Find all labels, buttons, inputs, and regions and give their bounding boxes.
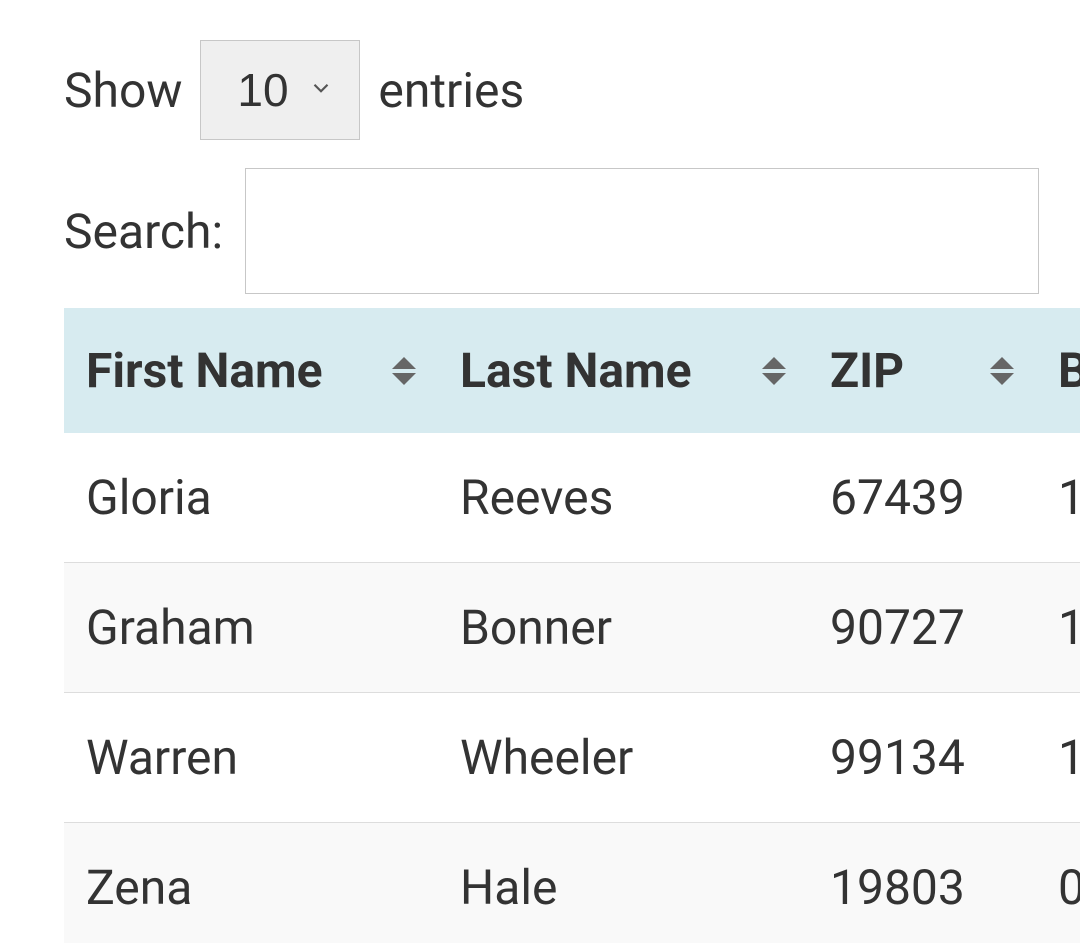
- cell-birthday: 12/0: [1036, 563, 1080, 693]
- table-row: Gloria Reeves 67439 10/1: [64, 433, 1080, 563]
- cell-zip: 99134: [808, 693, 1036, 823]
- show-label: Show: [64, 62, 182, 119]
- cell-first-name: Gloria: [64, 433, 438, 563]
- column-header-label: ZIP: [830, 342, 904, 399]
- cell-last-name: Reeves: [438, 433, 808, 563]
- cell-birthday: 11/1: [1036, 693, 1080, 823]
- cell-zip: 90727: [808, 563, 1036, 693]
- cell-zip: 67439: [808, 433, 1036, 563]
- column-header-last-name[interactable]: Last Name: [438, 308, 808, 433]
- table-row: Warren Wheeler 99134 11/1: [64, 693, 1080, 823]
- entries-select[interactable]: 10: [200, 40, 360, 140]
- cell-first-name: Graham: [64, 563, 438, 693]
- cell-birthday: 10/1: [1036, 433, 1080, 563]
- cell-zip: 19803: [808, 823, 1036, 943]
- entries-select-wrap: 10: [200, 40, 360, 140]
- table-row: Graham Bonner 90727 12/0: [64, 563, 1080, 693]
- column-header-zip[interactable]: ZIP: [808, 308, 1036, 433]
- table-row: Zena Hale 19803 06/1: [64, 823, 1080, 943]
- search-label: Search:: [64, 203, 223, 260]
- cell-last-name: Hale: [438, 823, 808, 943]
- column-header-birthday[interactable]: Birt: [1036, 308, 1080, 433]
- search-input[interactable]: [245, 168, 1039, 294]
- column-header-label: First Name: [86, 342, 323, 399]
- cell-last-name: Wheeler: [438, 693, 808, 823]
- column-header-label: Last Name: [460, 342, 692, 399]
- data-table-container: Show 10 entries Search: First Name: [0, 0, 1080, 943]
- entries-per-page-control: Show 10 entries: [64, 40, 1080, 140]
- data-table: First Name Last Name ZIP: [64, 308, 1080, 943]
- sort-icon: [990, 357, 1014, 385]
- cell-first-name: Zena: [64, 823, 438, 943]
- column-header-first-name[interactable]: First Name: [64, 308, 438, 433]
- cell-birthday: 06/1: [1036, 823, 1080, 943]
- cell-first-name: Warren: [64, 693, 438, 823]
- entries-label: entries: [378, 62, 524, 119]
- cell-last-name: Bonner: [438, 563, 808, 693]
- column-header-label: Birt: [1058, 342, 1080, 399]
- search-control: Search:: [64, 168, 1080, 294]
- sort-icon: [762, 357, 786, 385]
- sort-icon: [392, 357, 416, 385]
